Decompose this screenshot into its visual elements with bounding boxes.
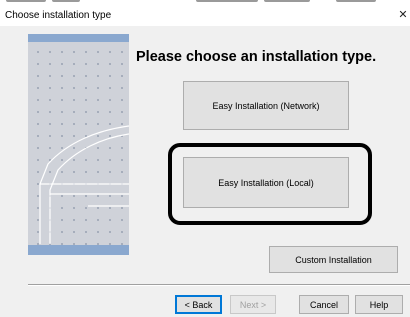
close-icon[interactable]: ✕ bbox=[396, 8, 410, 22]
next-button[interactable]: Next > bbox=[230, 295, 276, 314]
page-heading: Please choose an installation type. bbox=[136, 49, 377, 65]
highlight-outline bbox=[168, 143, 372, 225]
cancel-button[interactable]: Cancel bbox=[299, 295, 349, 314]
footer-separator bbox=[28, 284, 410, 286]
printer-illustration-icon bbox=[39, 125, 129, 244]
back-button[interactable]: < Back bbox=[175, 295, 222, 314]
title-bar: Choose installation type ✕ bbox=[0, 0, 410, 26]
printer-banner-image bbox=[28, 34, 129, 255]
easy-installation-network-button[interactable]: Easy Installation (Network) bbox=[183, 81, 349, 130]
installer-window: Choose installation type ✕ Please choose… bbox=[0, 0, 410, 317]
window-title: Choose installation type bbox=[5, 10, 112, 21]
background-bleed bbox=[0, 0, 410, 6]
custom-installation-button[interactable]: Custom Installation bbox=[269, 246, 398, 273]
help-button[interactable]: Help bbox=[355, 295, 403, 314]
banner-bottom-band bbox=[28, 245, 129, 255]
